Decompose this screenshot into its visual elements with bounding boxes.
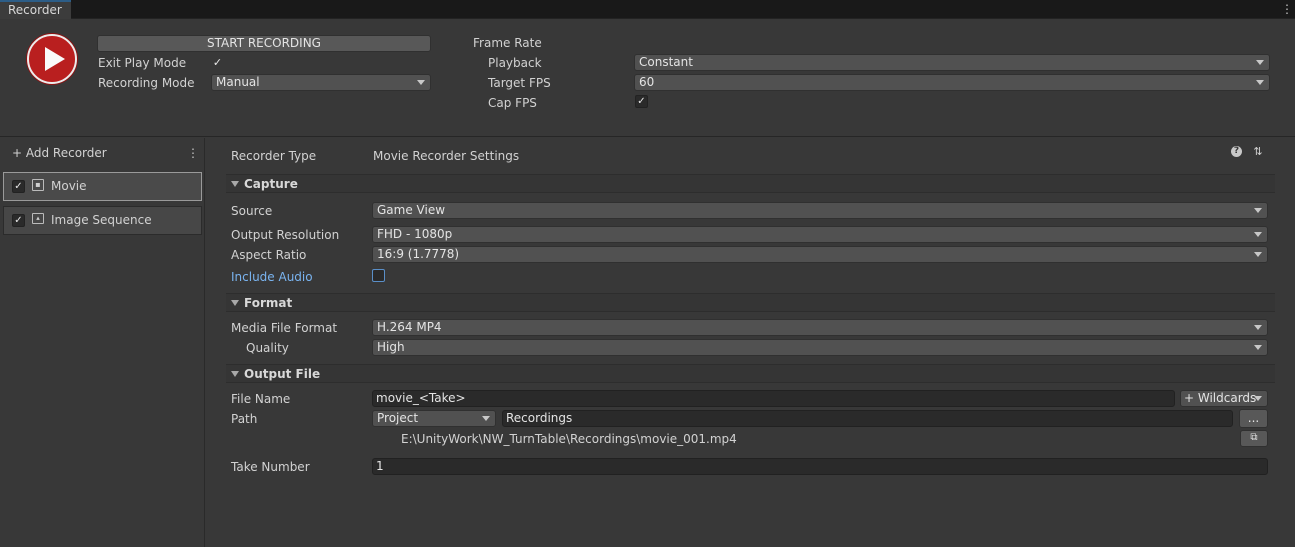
chevron-down-icon: [1254, 345, 1262, 350]
media-file-format-dropdown[interactable]: H.264 MP4: [372, 319, 1268, 336]
collapse-triangle-icon: [231, 371, 239, 377]
cap-fps-checkbox[interactable]: ✓: [635, 95, 648, 108]
quality-label: Quality: [246, 341, 289, 355]
full-output-path: E:\UnityWork\NW_TurnTable\Recordings\mov…: [401, 432, 737, 446]
help-icon[interactable]: ?: [1231, 146, 1242, 157]
chevron-down-icon: [482, 416, 490, 421]
start-recording-button[interactable]: START RECORDING: [97, 35, 431, 52]
source-label: Source: [231, 204, 273, 218]
open-folder-icon[interactable]: ⧉: [1240, 430, 1268, 447]
include-audio-checkbox[interactable]: [372, 269, 385, 282]
recorder-type-label: Recorder Type: [231, 149, 317, 163]
media-file-format-value: H.264 MP4: [377, 320, 442, 334]
file-name-label: File Name: [231, 392, 291, 406]
file-name-input[interactable]: movie_<Take>: [372, 390, 1175, 407]
path-root-value: Project: [377, 411, 419, 425]
recorder-enabled-checkbox[interactable]: ✓: [12, 214, 25, 227]
tab-recorder[interactable]: Recorder: [0, 0, 71, 19]
cap-fps-label: Cap FPS: [488, 96, 537, 110]
recorder-type-value: Movie Recorder Settings: [373, 149, 520, 163]
aspect-ratio-dropdown[interactable]: 16:9 (1.7778): [372, 246, 1268, 263]
take-number-input[interactable]: 1: [372, 458, 1268, 475]
media-file-format-label: Media File Format: [231, 321, 338, 335]
preset-settings-icon[interactable]: ⇅: [1251, 145, 1265, 159]
source-value: Game View: [377, 203, 446, 217]
source-dropdown[interactable]: Game View: [372, 202, 1268, 219]
recording-mode-value: Manual: [216, 75, 260, 89]
path-label: Path: [231, 412, 258, 426]
add-recorder-button[interactable]: + Add Recorder: [12, 146, 107, 160]
collapse-triangle-icon: [231, 300, 239, 306]
target-fps-dropdown[interactable]: 60: [634, 74, 1270, 91]
recorder-list-menu-icon[interactable]: ⋮: [187, 146, 199, 160]
wildcards-label: + Wildcards: [1184, 391, 1257, 405]
format-section-header[interactable]: Format: [226, 293, 1275, 312]
playback-value: Constant: [639, 55, 693, 69]
path-input[interactable]: Recordings: [502, 410, 1233, 427]
chevron-down-icon: [1254, 325, 1262, 330]
chevron-down-icon: [1254, 208, 1262, 213]
chevron-down-icon: [1256, 60, 1264, 65]
quality-value: High: [377, 340, 405, 354]
chevron-down-icon: [1254, 396, 1262, 401]
movie-icon: ▪: [32, 179, 44, 191]
take-number-label: Take Number: [231, 460, 310, 474]
window-titlebar: [0, 0, 1295, 19]
wildcards-dropdown[interactable]: + Wildcards: [1180, 390, 1268, 407]
quality-dropdown[interactable]: High: [372, 339, 1268, 356]
chevron-down-icon: [1256, 80, 1264, 85]
chevron-down-icon: [417, 80, 425, 85]
output-resolution-label: Output Resolution: [231, 228, 340, 242]
output-resolution-dropdown[interactable]: FHD - 1080p: [372, 226, 1268, 243]
recorder-item-image-sequence[interactable]: ✓ ▴ Image Sequence: [3, 206, 202, 235]
aspect-ratio-value: 16:9 (1.7778): [377, 247, 460, 261]
record-play-icon[interactable]: [27, 34, 77, 84]
recorder-item-label: Movie: [51, 179, 87, 193]
recording-mode-label: Recording Mode: [98, 76, 195, 90]
collapse-triangle-icon: [231, 181, 239, 187]
frame-rate-label: Frame Rate: [473, 36, 542, 50]
browse-button[interactable]: ...: [1239, 409, 1268, 428]
exit-play-mode-checkbox[interactable]: ✓: [211, 56, 224, 69]
exit-play-mode-label: Exit Play Mode: [98, 56, 187, 70]
target-fps-label: Target FPS: [488, 76, 551, 90]
capture-section-header[interactable]: Capture: [226, 174, 1275, 193]
window-menu-icon[interactable]: ⋮: [1281, 2, 1293, 16]
add-recorder-header: + Add Recorder ⋮: [3, 141, 202, 166]
output-file-section-header[interactable]: Output File: [226, 364, 1275, 383]
chevron-down-icon: [1254, 252, 1262, 257]
aspect-ratio-label: Aspect Ratio: [231, 248, 307, 262]
image-icon: ▴: [32, 213, 44, 224]
recorder-enabled-checkbox[interactable]: ✓: [12, 180, 25, 193]
output-resolution-value: FHD - 1080p: [377, 227, 453, 241]
playback-label: Playback: [488, 56, 542, 70]
recording-mode-dropdown[interactable]: Manual: [211, 74, 431, 91]
include-audio-label: Include Audio: [231, 270, 313, 284]
recorder-item-label: Image Sequence: [51, 213, 152, 227]
playback-dropdown[interactable]: Constant: [634, 54, 1270, 71]
path-root-dropdown[interactable]: Project: [372, 410, 496, 427]
target-fps-value: 60: [639, 75, 655, 89]
chevron-down-icon: [1254, 232, 1262, 237]
recorder-item-movie[interactable]: ✓ ▪ Movie: [3, 172, 202, 201]
